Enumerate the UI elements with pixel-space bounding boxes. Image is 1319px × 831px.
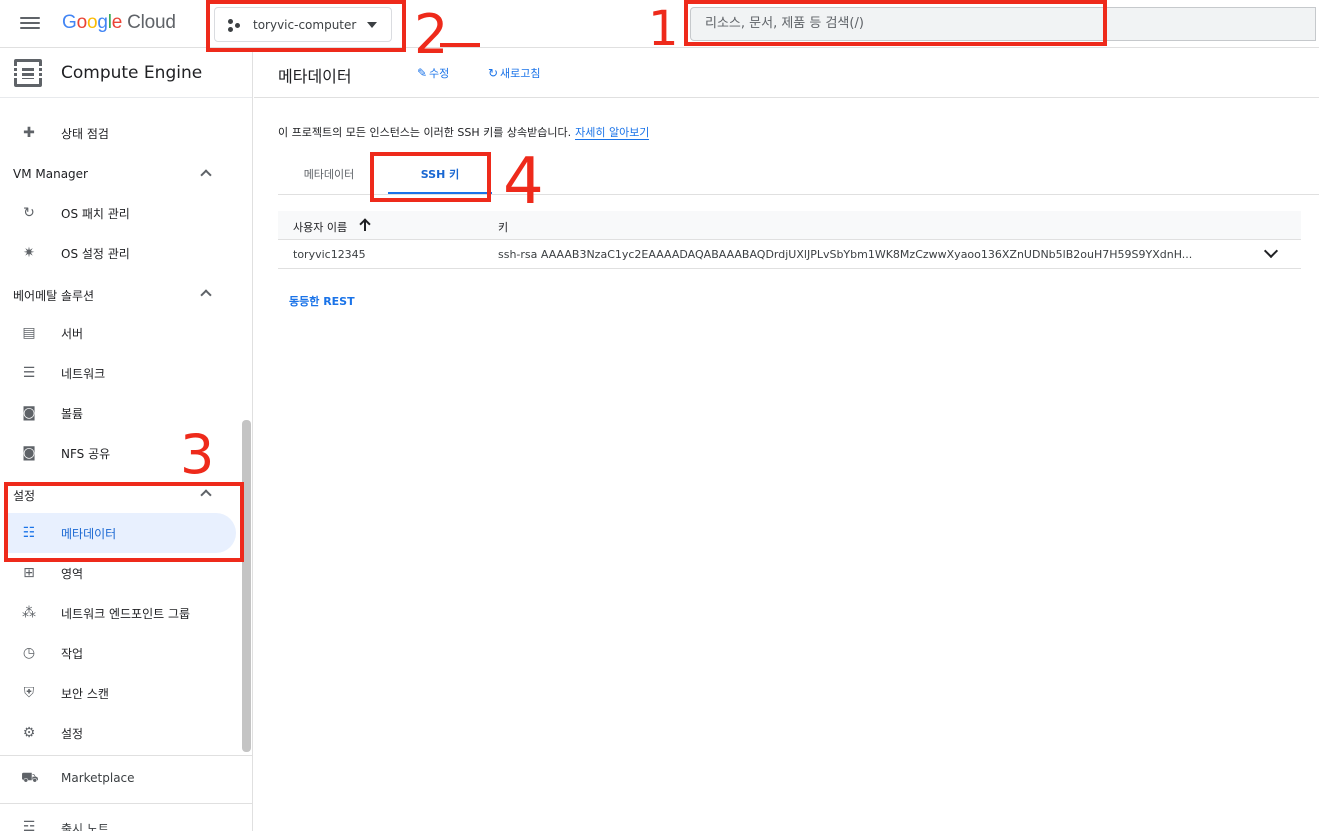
endpoint-group-icon: ⁂: [22, 605, 36, 621]
menu-icon[interactable]: [20, 14, 40, 34]
sidebar-item-operations[interactable]: ◷ 작업: [0, 633, 240, 673]
annotation-number: 3: [180, 423, 215, 486]
sidebar-scrollbar[interactable]: [242, 420, 251, 752]
annotation-box-project: [206, 0, 406, 52]
chevron-up-icon: [200, 289, 212, 301]
server-icon: ▤: [22, 325, 36, 341]
sidebar-item-security-scan[interactable]: ⛨ 보안 스캔: [0, 673, 240, 713]
volume-icon: ◙: [22, 405, 36, 421]
sidebar-item-release-notes[interactable]: ☲ 출시 노트: [0, 804, 252, 831]
nfs-icon: ◙: [22, 445, 36, 461]
sidebar-item-settings[interactable]: ⚙ 설정: [0, 713, 240, 753]
table-header: 사용자 이름 키: [278, 211, 1301, 240]
sidebar-item-health-check[interactable]: ✚ 상태 점검: [0, 113, 240, 153]
sidebar-item-os-patch[interactable]: ↻ OS 패치 관리: [0, 193, 240, 233]
os-config-icon: ✷: [23, 245, 35, 261]
sidebar: Compute Engine ✚ 상태 점검 VM Manager ↻ OS 패…: [0, 48, 253, 831]
sidebar-item-server[interactable]: ▤ 서버: [0, 313, 240, 353]
cart-icon: ⛟: [21, 770, 39, 786]
sidebar-item-network[interactable]: ☰ 네트워크: [0, 353, 240, 393]
cell-username: toryvic12345: [293, 248, 366, 261]
tab-metadata[interactable]: 메타데이터: [278, 160, 380, 195]
sidebar-item-os-config[interactable]: ✷ OS 설정 관리: [0, 233, 240, 273]
learn-more-link[interactable]: 자세히 알아보기: [575, 126, 650, 140]
pencil-icon: ✎: [417, 66, 428, 80]
sort-arrow-up-icon[interactable]: [359, 217, 371, 233]
edit-button[interactable]: ✎ 수정: [417, 66, 449, 82]
zones-icon: ⊞: [23, 565, 35, 581]
annotation-box-ssh-tab: [370, 152, 491, 202]
network-icon: ☰: [22, 365, 36, 381]
annotation-number: 4: [503, 145, 544, 219]
annotation-box-metadata: [4, 482, 244, 562]
cell-key: ssh-rsa AAAAB3NzaC1yc2EAAAADAQABAAABAQDr…: [498, 248, 1193, 261]
refresh-button[interactable]: ↻ 새로고침: [488, 66, 540, 82]
column-header-username[interactable]: 사용자 이름: [293, 219, 347, 235]
equivalent-rest-button[interactable]: 동등한 REST: [289, 293, 355, 309]
health-check-icon: ✚: [23, 125, 35, 141]
annotation-stroke: [440, 43, 480, 47]
section-bare-metal[interactable]: 베어메탈 솔루션: [0, 275, 240, 315]
shield-icon: ⛨: [23, 685, 35, 701]
clock-icon: ◷: [22, 645, 36, 661]
release-notes-icon: ☲: [22, 819, 36, 831]
chevron-down-icon[interactable]: [1263, 243, 1279, 259]
section-vm-manager[interactable]: VM Manager: [0, 155, 240, 195]
page-title: 메타데이터: [278, 67, 352, 86]
sidebar-item-endpoint-groups[interactable]: ⁂ 네트워크 엔드포인트 그룹: [0, 593, 240, 633]
annotation-number: 2: [414, 3, 449, 66]
patch-icon: ↻: [23, 205, 35, 221]
sidebar-item-marketplace[interactable]: ⛟ Marketplace: [0, 755, 252, 801]
compute-engine-icon: [9, 59, 47, 87]
info-text: 이 프로젝트의 모든 인스턴스는 이러한 SSH 키를 상속받습니다. 자세히 알…: [278, 126, 650, 140]
annotation-number: 1: [648, 1, 679, 57]
column-header-key: 키: [498, 221, 509, 234]
refresh-icon: ↻: [488, 66, 499, 80]
table-row[interactable]: toryvic12345 ssh-rsa AAAAB3NzaC1yc2EAAAA…: [278, 240, 1301, 269]
google-cloud-logo[interactable]: Google Cloud: [62, 12, 176, 34]
sidebar-title: Compute Engine: [61, 63, 203, 83]
gear-icon: ⚙: [22, 725, 36, 741]
annotation-box-search: [684, 0, 1107, 46]
chevron-up-icon: [200, 169, 212, 181]
sidebar-header: Compute Engine: [0, 48, 252, 98]
